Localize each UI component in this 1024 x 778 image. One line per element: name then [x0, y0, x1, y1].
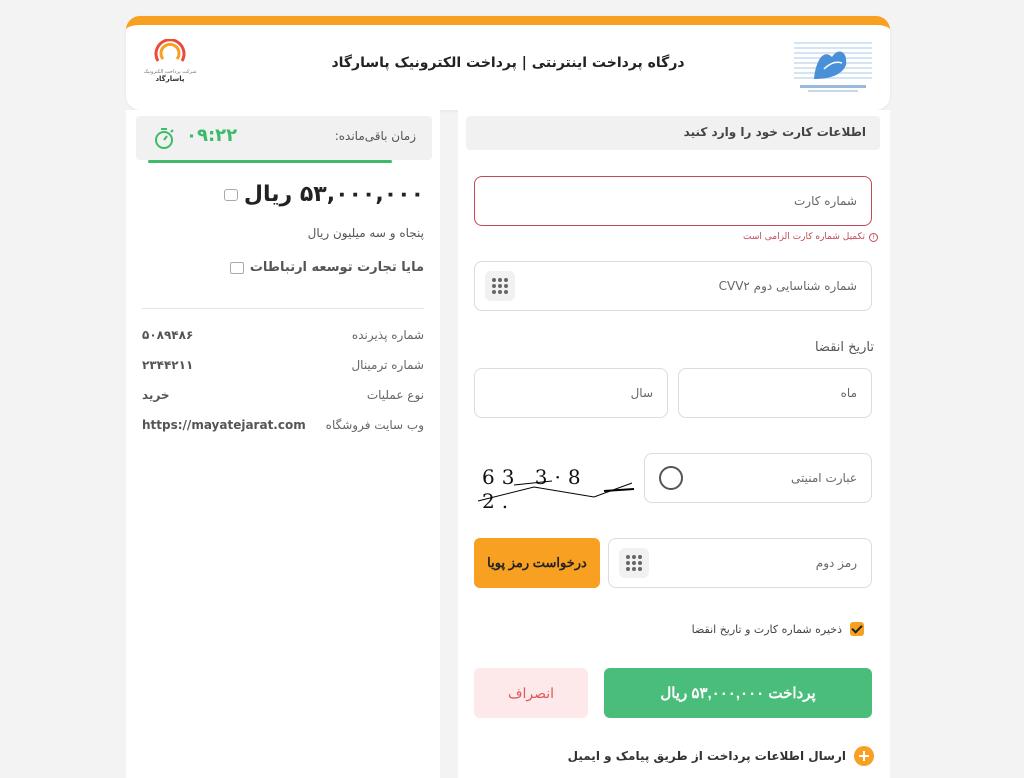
card-number-error-text: تکمیل شماره کارت الزامی است — [743, 232, 865, 242]
refresh-captcha-icon[interactable] — [659, 466, 683, 490]
gateway-header: شرکت پرداخت الکترونیک پاسارگاد درگاه پرد… — [126, 16, 890, 110]
expiry-year-field[interactable]: سال — [474, 368, 668, 418]
stopwatch-icon — [155, 128, 174, 149]
divider — [142, 308, 424, 309]
cvv2-field[interactable]: شماره شناسایی دوم CVV۲ — [474, 261, 872, 311]
wallet-icon — [223, 188, 238, 201]
timer-value: ۰۹:۲۲ — [186, 125, 238, 146]
card-number-error: ! تکمیل شماره کارت الزامی است — [743, 232, 878, 242]
merchant-name: مایا تجارت توسعه ارتباطات — [249, 260, 424, 275]
card-info-form: اطلاعات کارت خود را وارد کنید شماره کارت… — [458, 110, 890, 778]
shop-icon — [229, 261, 244, 274]
expiry-title: تاریخ انقضا — [814, 340, 874, 355]
error-icon: ! — [869, 232, 878, 242]
info-value: https://mayatejarat.com — [142, 418, 306, 432]
captcha-image: 63 3·8 2. — [474, 453, 634, 513]
info-value: خرید — [142, 388, 170, 402]
info-row-website: وب سایت فروشگاه https://mayatejarat.com — [142, 418, 424, 438]
info-label: شماره ترمینال — [351, 358, 424, 372]
save-card-row[interactable]: ذخیره شماره کارت و تاریخ انقضا — [692, 622, 864, 636]
form-heading: اطلاعات کارت خود را وارد کنید — [683, 125, 866, 139]
expiry-month-field[interactable]: ماه — [678, 368, 872, 418]
cvv2-input[interactable] — [475, 262, 871, 310]
keypad-icon[interactable] — [485, 271, 515, 301]
info-value: ۲۳۴۴۲۱۱ — [142, 358, 194, 372]
captcha-noise — [477, 480, 634, 502]
timer-box: زمان باقی‌مانده: ۰۹:۲۲ — [136, 116, 432, 163]
sms-email-row[interactable]: ارسال اطلاعات پرداخت از طریق پیامک و ایم… — [568, 746, 874, 766]
sms-email-label: ارسال اطلاعات پرداخت از طریق پیامک و ایم… — [567, 749, 846, 763]
payment-summary-panel: زمان باقی‌مانده: ۰۹:۲۲ ۵۳,۰۰۰,۰۰۰ ریال پ… — [126, 110, 440, 778]
form-heading-box: اطلاعات کارت خود را وارد کنید — [466, 116, 880, 150]
second-pin-field[interactable]: رمز دوم — [608, 538, 872, 588]
amount-value: ۵۳,۰۰۰,۰۰۰ ریال — [243, 182, 424, 207]
captcha-field[interactable]: عبارت امنیتی — [644, 453, 872, 503]
amount-in-words: پنجاه و سه میلیون ریال — [307, 226, 424, 240]
info-row-merchant-id: شماره پذیرنده ۵۰۸۹۴۸۶ — [142, 328, 424, 348]
save-card-checkbox[interactable] — [850, 622, 864, 636]
card-number-field[interactable]: شماره کارت — [474, 176, 872, 226]
info-label: شماره پذیرنده — [351, 328, 424, 342]
pay-button[interactable]: پرداخت ۵۳,۰۰۰,۰۰۰ ریال — [604, 668, 872, 718]
card-number-input[interactable] — [475, 177, 871, 225]
expiry-year-input[interactable] — [475, 369, 667, 417]
plus-icon[interactable] — [854, 746, 874, 766]
amount-display: ۵۳,۰۰۰,۰۰۰ ریال — [223, 182, 424, 207]
expiry-month-input[interactable] — [679, 369, 871, 417]
psp-logo-name: پاسارگاد — [155, 75, 185, 83]
info-row-terminal-id: شماره ترمینال ۲۳۴۴۲۱۱ — [142, 358, 424, 378]
bank-logo — [794, 42, 872, 92]
page-title: درگاه پرداخت اینترنتی | پرداخت الکترونیک… — [331, 55, 685, 71]
cancel-button[interactable]: انصراف — [474, 668, 588, 718]
timer-progress-bar — [148, 160, 392, 163]
request-otp-button[interactable]: درخواست رمز پویا — [474, 538, 600, 588]
info-row-operation-type: نوع عملیات خرید — [142, 388, 424, 408]
info-label: نوع عملیات — [366, 388, 424, 402]
info-label: وب سایت فروشگاه — [325, 418, 424, 432]
info-value: ۵۰۸۹۴۸۶ — [142, 328, 194, 342]
keypad-icon[interactable] — [619, 548, 649, 578]
merchant-name-row: مایا تجارت توسعه ارتباطات — [229, 260, 424, 275]
save-card-label: ذخیره شماره کارت و تاریخ انقضا — [691, 622, 842, 636]
timer-label: زمان باقی‌مانده: — [334, 129, 416, 143]
